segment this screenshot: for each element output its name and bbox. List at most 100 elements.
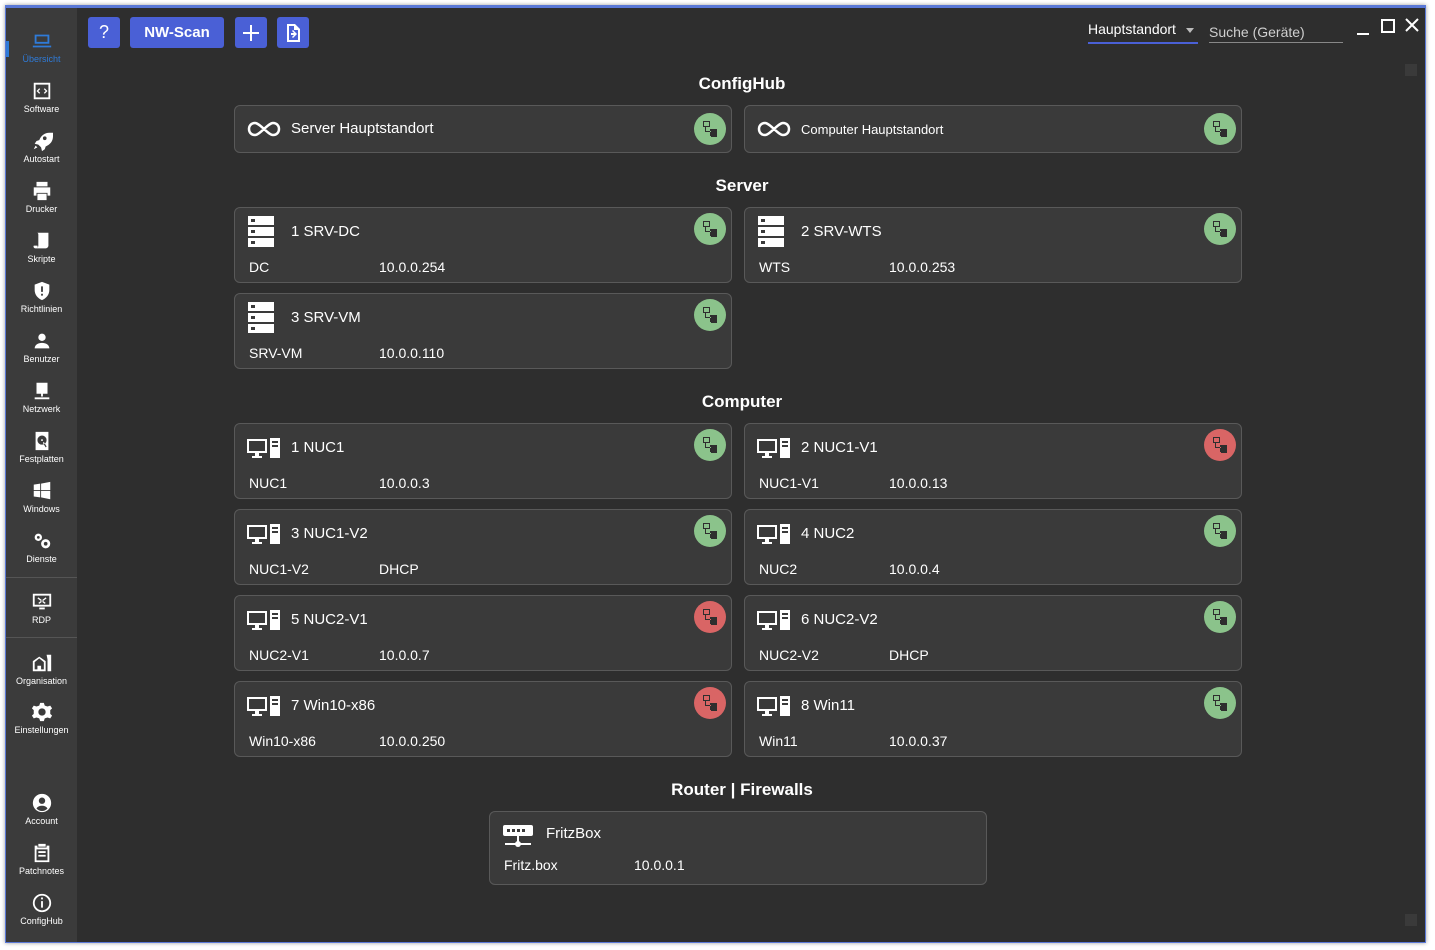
sidebar-item-patchnotes[interactable]: Patchnotes [6,835,77,883]
section-title-confighub: ConfigHub [698,74,786,93]
hostname: NUC1 [249,475,288,491]
desktop-computer-icon [757,524,790,544]
network-status-icon [1213,121,1227,137]
sidebar-item-rdp[interactable]: RDP [6,584,77,632]
close-button[interactable] [1404,17,1420,38]
code-icon [33,82,50,100]
network-icon [34,382,49,400]
sidebar-item-festplatten[interactable]: Festplatten [6,423,77,471]
search-input[interactable] [1209,21,1343,43]
server-card[interactable]: 3 SRV-VM SRV-VM 10.0.0.110 [234,293,732,369]
sidebar-item-dienste[interactable]: Dienste [6,523,77,571]
server-card[interactable]: 1 SRV-DC DC 10.0.0.254 [234,207,732,283]
card-title: 6 NUC2-V2 [801,611,878,628]
sidebar-item-label: Festplatten [19,454,64,464]
sidebar-item-label: Dienste [26,554,57,564]
hostname: NUC2 [759,561,798,577]
sidebar-item-autostart[interactable]: Autostart [6,123,77,171]
clipboard-icon [34,843,49,863]
maximize-button[interactable] [1381,19,1395,38]
sidebar-divider [6,637,77,638]
desktop-computer-icon [247,610,280,630]
computer-card[interactable]: 4 NUC2 NUC2 10.0.0.4 [744,509,1242,585]
infinity-icon [757,121,791,137]
ip-address: 10.0.0.1 [634,857,685,873]
sidebar-item-label: Einstellungen [14,725,69,735]
remote-desktop-icon [32,593,51,610]
sidebar-item-software[interactable]: Software [6,73,77,121]
card-title: 1 SRV-DC [291,223,360,240]
computer-card[interactable]: 3 NUC1-V2 NUC1-V2 DHCP [234,509,732,585]
computer-card[interactable]: 8 Win11 Win11 10.0.0.37 [744,681,1242,757]
add-button[interactable] [235,17,267,48]
sidebar-divider [6,577,77,578]
desktop-computer-icon [247,696,280,716]
card-title: Computer Hauptstandort [801,122,944,137]
ip-address: 10.0.0.13 [889,475,948,491]
hostname: Win11 [759,733,798,749]
status-indicator [1204,601,1236,633]
computer-card[interactable]: 2 NUC1-V1 NUC1-V1 10.0.0.13 [744,423,1242,499]
hostname: Win10-x86 [249,733,316,749]
status-indicator [694,299,726,331]
network-status-icon [1213,523,1227,539]
computer-card[interactable]: 6 NUC2-V2 NUC2-V2 DHCP [744,595,1242,671]
server-icon [248,302,274,333]
sidebar-item-label: Richtlinien [20,304,63,314]
minimize-button[interactable] [1356,22,1370,41]
sidebar-item-skripte[interactable]: Skripte [6,223,77,271]
sidebar-item-benutzer[interactable]: Benutzer [6,323,77,371]
server-card[interactable]: 2 SRV-WTS WTS 10.0.0.253 [744,207,1242,283]
gears-icon [34,533,50,549]
location-select[interactable]: Hauptstandort [1088,21,1198,44]
status-indicator [694,213,726,245]
maximize-icon [1381,19,1395,33]
sidebar-item-account[interactable]: Account [6,785,77,833]
sidebar-item-richtlinien[interactable]: Richtlinien [6,273,77,321]
status-indicator [694,601,726,633]
sidebar-item-label: Drucker [25,204,58,214]
sidebar-item-einstellungen[interactable]: Einstellungen [6,694,77,742]
scroll-down-icon[interactable] [1405,914,1417,926]
sidebar-item-uebersicht[interactable]: Übersicht [6,23,77,71]
sidebar-item-drucker[interactable]: Drucker [6,173,77,221]
confighub-card[interactable]: Server Hauptstandort [234,105,732,153]
ip-address: DHCP [889,647,929,663]
status-indicator [1204,515,1236,547]
status-indicator [694,515,726,547]
sidebar-item-label: Windows [23,504,60,514]
card-title: Server Hauptstandort [291,120,434,137]
import-button[interactable] [277,17,309,48]
sidebar-item-label: Netzwerk [22,404,61,414]
laptop-icon [32,34,51,48]
chevron-down-icon [1186,28,1194,33]
status-indicator [1204,687,1236,719]
computer-card[interactable]: 1 NUC1 NUC1 10.0.0.3 [234,423,732,499]
sidebar-item-windows[interactable]: Windows [6,473,77,521]
file-import-icon [287,23,300,42]
help-label: ? [98,22,109,42]
sidebar-item-organisation[interactable]: Organisation [6,645,77,693]
sidebar-item-label: Patchnotes [18,866,65,876]
sidebar-item-label: Autostart [23,154,60,164]
computer-card[interactable]: 7 Win10-x86 Win10-x86 10.0.0.250 [234,681,732,757]
sidebar: Übersicht Software Autostart Drucker Skr… [6,8,77,942]
status-indicator [1204,213,1236,245]
router-icon [503,825,533,847]
confighub-card[interactable]: Computer Hauptstandort [744,105,1242,153]
hostname: DC [249,259,270,275]
app-window: Übersicht Software Autostart Drucker Skr… [5,5,1426,943]
nw-scan-button[interactable]: NW-Scan [130,17,224,48]
hostname: NUC1-V2 [249,561,309,577]
sidebar-item-label: ConfigHub [20,916,63,926]
ip-address: 10.0.0.250 [379,733,446,749]
server-icon [758,216,784,247]
sidebar-item-netzwerk[interactable]: Netzwerk [6,373,77,421]
router-card[interactable]: FritzBox Fritz.box 10.0.0.1 [489,811,987,885]
card-title: 2 NUC1-V1 [801,439,878,456]
network-status-icon [703,609,717,625]
help-button[interactable]: ? [88,17,120,48]
sidebar-item-confighub[interactable]: ConfigHub [6,885,77,933]
network-status-icon [703,523,717,539]
computer-card[interactable]: 5 NUC2-V1 NUC2-V1 10.0.0.7 [234,595,732,671]
